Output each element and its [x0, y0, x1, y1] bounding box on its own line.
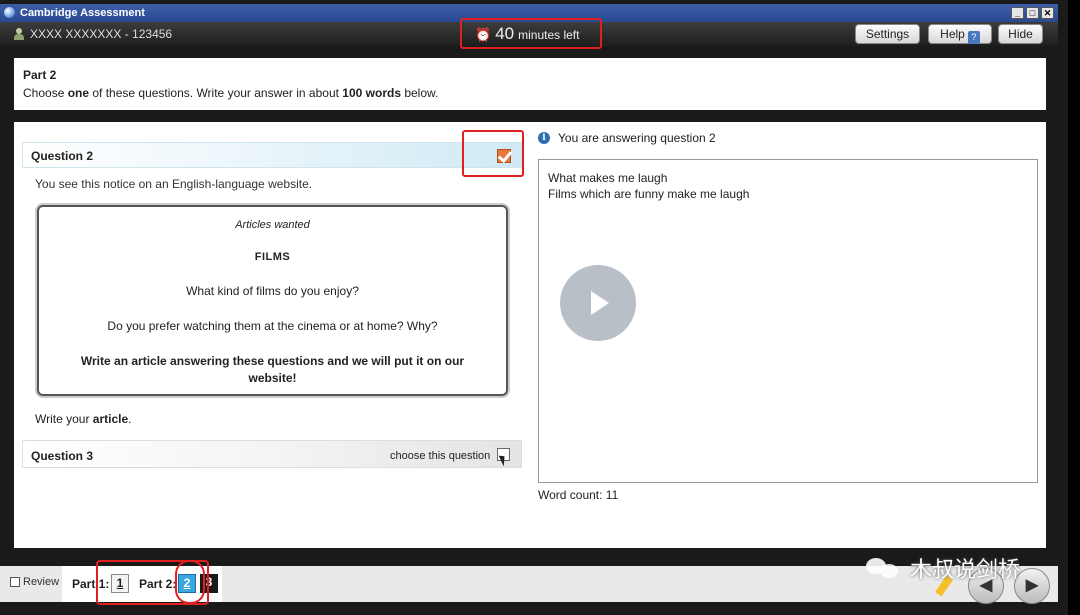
- nav-current-highlight: [175, 560, 205, 604]
- minimize-icon[interactable]: _: [1011, 7, 1024, 19]
- notice-intro: You see this notice on an English-langua…: [35, 177, 313, 191]
- help-button[interactable]: Help?: [928, 24, 992, 44]
- instr-post: below.: [401, 86, 439, 100]
- watermark-text: 木叔说剑桥: [910, 557, 1021, 582]
- notice-cta: Write an article answering these questio…: [80, 354, 465, 385]
- watermark: 木叔说剑桥: [866, 552, 1020, 584]
- settings-button[interactable]: Settings: [855, 24, 920, 44]
- write-post: .: [128, 412, 132, 426]
- wechat-icon: [866, 554, 902, 582]
- checkbox-highlight: [462, 130, 524, 177]
- notice-box: Articles wanted FILMS What kind of films…: [37, 205, 508, 396]
- notice-question-1: What kind of films do you enjoy?: [186, 284, 359, 298]
- notice-title: FILMS: [254, 251, 291, 263]
- timer-highlight: [460, 18, 602, 49]
- info-icon: i: [538, 132, 550, 144]
- answering-status: i You are answering question 2: [538, 131, 716, 145]
- instr-mid: of these questions. Write your answer in…: [89, 86, 343, 100]
- window-title: Cambridge Assessment: [20, 7, 145, 19]
- exam-header: XXXX XXXXXXX - 123456 ⏰ 40 minutes left …: [0, 18, 1058, 49]
- part-title: Part 2: [23, 68, 57, 82]
- cambridge-logo-icon: [4, 7, 15, 18]
- notice-kicker: Articles wanted: [235, 219, 310, 231]
- help-icon: ?: [967, 31, 980, 44]
- review-label: Review: [23, 576, 60, 588]
- hide-label: Hide: [1008, 27, 1033, 41]
- instr-pre: Choose: [23, 86, 68, 100]
- question-2-header[interactable]: Question 2: [22, 142, 522, 168]
- review-checkbox[interactable]: [10, 577, 20, 587]
- answer-line-1: What makes me laugh: [548, 171, 668, 185]
- word-count: Word count: 11: [538, 488, 619, 502]
- choose-question-link[interactable]: choose this question: [390, 450, 490, 462]
- user-icon: [14, 28, 24, 40]
- write-prompt: Write your article.: [35, 412, 132, 426]
- instr-bold-one: one: [67, 86, 90, 100]
- settings-label: Settings: [865, 27, 910, 41]
- app-window: Cambridge Assessment _ □ ✕ XXXX XXXXXXX …: [0, 0, 1068, 615]
- write-bold: article: [92, 412, 129, 426]
- write-pre: Write your: [35, 412, 93, 426]
- answer-line-2: Films which are funny make me laugh: [548, 187, 750, 201]
- close-icon[interactable]: ✕: [1041, 7, 1054, 19]
- maximize-icon[interactable]: □: [1026, 7, 1039, 19]
- main-panel: Question 2 You see this notice on an Eng…: [14, 122, 1046, 548]
- candidate-info: XXXX XXXXXXX - 123456: [14, 27, 172, 41]
- instr-bold-words: 100 words: [342, 86, 401, 100]
- candidate-name: XXXX XXXXXXX - 123456: [30, 27, 173, 41]
- play-icon[interactable]: [560, 265, 636, 341]
- question-3-header[interactable]: Question 3 choose this question: [22, 440, 522, 468]
- instructions-panel: Part 2 Choose one of these questions. Wr…: [14, 58, 1046, 110]
- answering-text: You are answering question 2: [558, 131, 716, 145]
- help-label: Help: [940, 27, 965, 41]
- window-controls: _ □ ✕: [1011, 7, 1054, 19]
- notice-question-2: Do you prefer watching them at the cinem…: [107, 319, 438, 333]
- question-3-label: Question 3: [31, 449, 94, 463]
- review-toggle[interactable]: Review: [10, 576, 59, 588]
- hide-button[interactable]: Hide: [998, 24, 1043, 44]
- question-2-label: Question 2: [31, 149, 94, 163]
- instructions-text: Choose one of these questions. Write you…: [23, 86, 1037, 100]
